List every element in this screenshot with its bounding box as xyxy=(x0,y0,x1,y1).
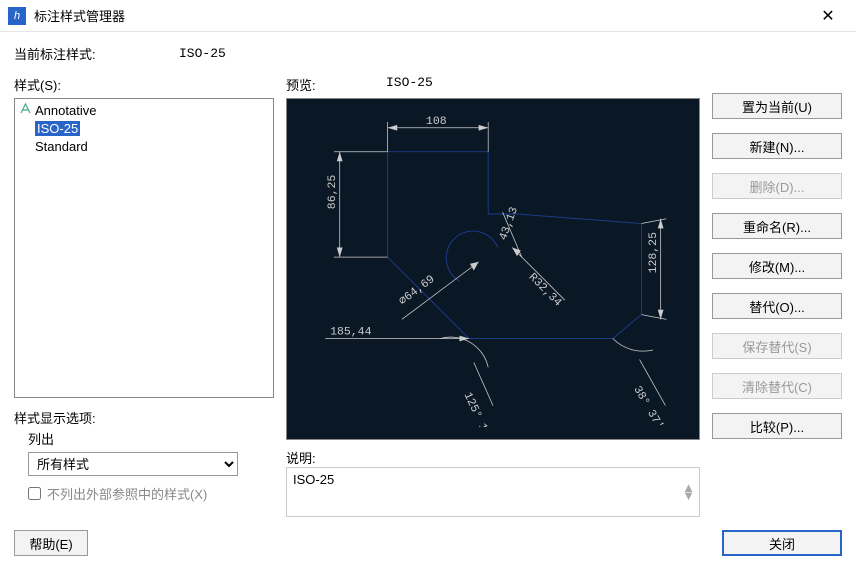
compare-button[interactable]: 比较(P)... xyxy=(712,413,842,439)
current-style-label: 当前标注样式: xyxy=(14,44,179,63)
exclude-xref-input[interactable] xyxy=(28,487,41,500)
list-sublabel: 列出 xyxy=(28,429,274,448)
rename-button[interactable]: 重命名(R)... xyxy=(712,213,842,239)
description-spinner[interactable]: ▲ ▼ xyxy=(682,484,695,500)
list-filter-select[interactable]: 所有样式 xyxy=(28,452,238,476)
override-button[interactable]: 替代(O)... xyxy=(712,293,842,319)
styles-list[interactable]: Annotative ISO-25 Standard xyxy=(14,98,274,398)
dim-bottom: 185,44 xyxy=(330,326,371,339)
exclude-xref-checkbox[interactable]: 不列出外部参照中的样式(X) xyxy=(28,484,274,503)
dim-angle-left: 125° 17' xyxy=(461,390,496,426)
new-button[interactable]: 新建(N)... xyxy=(712,133,842,159)
preview-canvas: 108 86,25 128,25 xyxy=(286,98,700,440)
window-title: 标注样式管理器 xyxy=(34,6,808,25)
close-button[interactable]: 关闭 xyxy=(722,530,842,556)
display-options-label: 样式显示选项: xyxy=(14,408,274,427)
description-value: ISO-25 xyxy=(293,472,334,487)
current-style-value: ISO-25 xyxy=(179,46,226,61)
chevron-down-icon[interactable]: ▼ xyxy=(682,492,695,500)
clear-override-button[interactable]: 清除替代(C) xyxy=(712,373,842,399)
list-item-label: ISO-25 xyxy=(35,121,80,136)
preview-style-name: ISO-25 xyxy=(386,75,433,94)
preview-label: 预览: xyxy=(286,75,386,94)
close-icon[interactable]: ✕ xyxy=(808,6,848,26)
dim-radius: R32,34 xyxy=(526,271,565,310)
help-button[interactable]: 帮助(E) xyxy=(14,530,88,556)
description-label: 说明: xyxy=(286,448,700,467)
dim-top: 108 xyxy=(426,115,447,128)
list-item[interactable]: Standard xyxy=(17,137,271,155)
list-item-label: Annotative xyxy=(35,103,96,118)
list-item-label: Standard xyxy=(35,139,88,154)
titlebar: h 标注样式管理器 ✕ xyxy=(0,0,856,32)
dim-diameter: ⌀64,69 xyxy=(397,273,438,308)
dim-left: 86,25 xyxy=(326,175,339,210)
current-style-row: 当前标注样式: ISO-25 xyxy=(14,44,842,63)
dim-right: 128,25 xyxy=(647,232,660,273)
modify-button[interactable]: 修改(M)... xyxy=(712,253,842,279)
app-icon: h xyxy=(8,7,26,25)
set-current-button[interactable]: 置为当前(U) xyxy=(712,93,842,119)
list-item[interactable]: Annotative xyxy=(17,101,271,119)
delete-button[interactable]: 删除(D)... xyxy=(712,173,842,199)
dim-chord: 43,13 xyxy=(497,205,521,242)
exclude-xref-label: 不列出外部参照中的样式(X) xyxy=(47,484,207,503)
list-item[interactable]: ISO-25 xyxy=(17,119,271,137)
dim-angle-right: 38° 37' xyxy=(630,384,665,427)
description-box: ISO-25 ▲ ▼ xyxy=(286,467,700,517)
styles-label: 样式(S): xyxy=(14,75,274,94)
save-override-button[interactable]: 保存替代(S) xyxy=(712,333,842,359)
annotative-icon xyxy=(19,102,35,118)
